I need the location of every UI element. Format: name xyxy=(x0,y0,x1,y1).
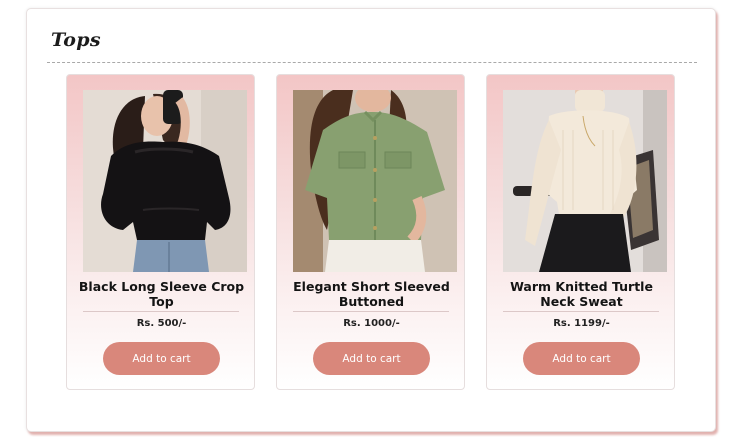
product-price: Rs. 1000/- xyxy=(343,318,400,329)
product-image-black-crop-top[interactable] xyxy=(83,90,247,272)
card-divider xyxy=(293,311,449,312)
section-title: Tops xyxy=(51,29,101,51)
product-price: Rs. 500/- xyxy=(136,318,187,329)
product-card-cream-turtleneck: Warm Knitted Turtle Neck Sweat Rs. 1199/… xyxy=(486,74,675,390)
product-price: Rs. 1199/- xyxy=(553,318,610,329)
product-name: Warm Knitted Turtle Neck Sweat xyxy=(510,279,653,309)
section-divider xyxy=(47,62,697,63)
card-divider xyxy=(503,311,659,312)
add-to-cart-button[interactable]: Add to cart xyxy=(103,342,220,375)
product-card-black-crop-top: Black Long Sleeve Crop Top Rs. 500/- Add… xyxy=(66,74,255,390)
product-image-green-blouse[interactable] xyxy=(293,90,457,272)
add-to-cart-button[interactable]: Add to cart xyxy=(523,342,640,375)
add-to-cart-button[interactable]: Add to cart xyxy=(313,342,430,375)
product-card-green-blouse: Elegant Short Sleeved Buttoned Rs. 1000/… xyxy=(276,74,465,390)
product-name: Black Long Sleeve Crop Top xyxy=(78,279,245,309)
product-name: Elegant Short Sleeved Buttoned xyxy=(293,279,450,309)
card-divider xyxy=(83,311,239,312)
product-image-cream-turtleneck[interactable] xyxy=(503,90,667,272)
tops-section-panel: Tops Black Long Sleeve Crop Top Rs. 500/… xyxy=(26,8,716,432)
